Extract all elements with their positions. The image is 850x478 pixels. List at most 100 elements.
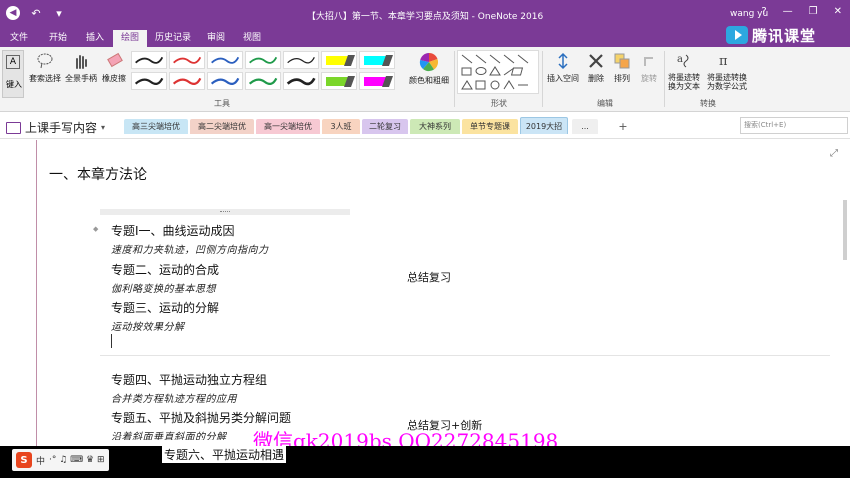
notebook-icon bbox=[6, 121, 21, 134]
section-tab-active[interactable]: 2019大招 bbox=[520, 117, 568, 134]
section-tab-7[interactable]: 单节专题课 bbox=[462, 119, 518, 134]
topic-3-note[interactable]: 运动按效果分解 bbox=[111, 318, 185, 333]
type-button[interactable]: A 键入 bbox=[2, 50, 24, 98]
ink-to-text-button[interactable]: a 将墨迹转换为文本 bbox=[666, 52, 702, 91]
section-tab-1[interactable]: 高三尖端培优 bbox=[124, 119, 188, 134]
eraser-label: 橡皮擦 bbox=[102, 74, 126, 83]
insert-space-icon bbox=[558, 52, 568, 70]
pen-green-1[interactable] bbox=[245, 51, 281, 69]
insert-space-label: 插入空间 bbox=[547, 74, 579, 83]
lasso-label: 套索选择 bbox=[29, 74, 61, 83]
tab-insert[interactable]: 插入 bbox=[80, 30, 110, 47]
add-section-button[interactable]: + bbox=[614, 119, 632, 134]
type-label: 键入 bbox=[6, 80, 22, 89]
topic-2-note[interactable]: 伽利略变换的基本思想 bbox=[111, 280, 216, 295]
expand-icon[interactable]: ⤢ bbox=[830, 148, 838, 159]
hand-icon bbox=[76, 55, 87, 69]
section-tab-5[interactable]: 二轮复习 bbox=[362, 119, 408, 134]
chevron-down-icon: ▾ bbox=[101, 123, 106, 132]
section-tab-2[interactable]: 高二尖端培优 bbox=[190, 119, 254, 134]
pan-hand-button[interactable]: 全景手柄 bbox=[64, 52, 98, 84]
section-tab-6[interactable]: 大神系列 bbox=[410, 119, 460, 134]
tab-history[interactable]: 历史记录 bbox=[150, 30, 196, 47]
page-canvas[interactable]: ⤢ 一、本章方法论 ◆ 专题I一、曲线运动成因 速度和力夹轨迹，凹侧方向指向力 … bbox=[0, 140, 850, 453]
section-divider bbox=[100, 355, 830, 356]
rotate-label: 旋转 bbox=[641, 74, 657, 83]
topic-5-note[interactable]: 沿着斜面垂直斜面的分解 bbox=[111, 428, 227, 440]
window-title: 【大招八】第一节、本章学习要点及须知 - OneNote 2016 bbox=[306, 12, 544, 22]
maximize-icon[interactable]: ❐ bbox=[809, 6, 818, 17]
shapes-icon bbox=[461, 54, 529, 90]
pen-red-1[interactable] bbox=[169, 51, 205, 69]
shapes-group-label: 形状 bbox=[491, 99, 507, 108]
pen-blue-2[interactable] bbox=[207, 72, 243, 90]
arrange-button[interactable]: 排列 bbox=[610, 52, 634, 84]
pen-blue-1[interactable] bbox=[207, 51, 243, 69]
paragraph-marker-icon: ◆ bbox=[93, 225, 99, 233]
eraser-button[interactable]: 橡皮擦 bbox=[99, 52, 129, 84]
topic-1-title[interactable]: 专题I一、曲线运动成因 bbox=[111, 222, 235, 239]
color-wheel-icon bbox=[419, 52, 439, 72]
convert-group-label: 转换 bbox=[700, 99, 716, 108]
scroll-thumb[interactable] bbox=[843, 200, 847, 260]
color-thickness-button[interactable]: 颜色和粗细 bbox=[403, 52, 455, 86]
pen-black-3[interactable] bbox=[131, 72, 167, 90]
edit-group-label: 编辑 bbox=[597, 99, 613, 108]
pen-black-2[interactable] bbox=[283, 51, 319, 69]
topic-4-title[interactable]: 专题四、平抛运动独立方程组 bbox=[111, 371, 267, 388]
ime-mode-label[interactable]: 中 bbox=[36, 454, 45, 467]
section-tab-3[interactable]: 高一尖端培优 bbox=[256, 119, 320, 134]
more-sections-button[interactable]: ... bbox=[572, 119, 598, 134]
lasso-select-button[interactable]: 套索选择 bbox=[28, 52, 62, 84]
tab-draw[interactable]: 绘图 bbox=[113, 30, 147, 47]
note-container-handle[interactable] bbox=[100, 209, 350, 215]
ribbon-draw: A 键入 套索选择 全景手柄 橡皮擦 颜色和粗细 工具 形状 插入空间 删除 排… bbox=[0, 47, 850, 112]
topic-6-visible[interactable]: 专题六、平抛运动相遇 bbox=[162, 446, 287, 463]
pen-black-4[interactable] bbox=[283, 72, 319, 90]
page-heading[interactable]: 一、本章方法论 bbox=[49, 164, 147, 184]
search-input[interactable]: 搜索(Ctrl+E) bbox=[740, 117, 848, 134]
notebook-name: 上课手写内容 bbox=[25, 121, 98, 135]
title-bar: ◀ ↶ ▾ 【大招八】第一节、本章学习要点及须知 - OneNote 2016 … bbox=[0, 0, 850, 30]
pen-red-2[interactable] bbox=[169, 72, 205, 90]
rotate-button[interactable]: 旋转 bbox=[637, 52, 661, 84]
section-tab-4[interactable]: 3人班 bbox=[322, 119, 360, 134]
highlighter-green[interactable] bbox=[321, 72, 357, 90]
insert-space-button[interactable]: 插入空间 bbox=[544, 52, 582, 84]
topic-1-note[interactable]: 速度和力夹轨迹，凹侧方向指向力 bbox=[111, 241, 269, 256]
brand-text: 腾讯课堂 bbox=[752, 26, 817, 45]
pen-stroke bbox=[135, 56, 164, 64]
highlighter-cyan[interactable] bbox=[359, 51, 395, 69]
ink-to-math-button[interactable]: π 将墨迹转换为数学公式 bbox=[704, 52, 750, 91]
help-icon[interactable]: ? bbox=[761, 6, 766, 17]
group-divider bbox=[542, 51, 543, 107]
notebook-selector[interactable]: 上课手写内容 ▾ bbox=[6, 119, 105, 136]
arrange-label: 排列 bbox=[614, 74, 630, 83]
topic-2-title[interactable]: 专题二、运动的合成 bbox=[111, 261, 219, 278]
group-divider bbox=[454, 51, 455, 107]
tab-view[interactable]: 视图 bbox=[236, 30, 268, 47]
highlighter-yellow[interactable] bbox=[321, 51, 357, 69]
vertical-scrollbar[interactable] bbox=[841, 160, 848, 440]
pen-green-2[interactable] bbox=[245, 72, 281, 90]
close-icon[interactable]: ✕ bbox=[834, 6, 842, 17]
topic-3-title[interactable]: 专题三、运动的分解 bbox=[111, 299, 219, 316]
delete-label: 删除 bbox=[588, 74, 604, 83]
highlighter-magenta[interactable] bbox=[359, 72, 395, 90]
bottom-bar: S 中 ·° ♫ ⌨ ♛ ⊞ 专题六、平抛运动相遇 bbox=[0, 446, 850, 478]
lasso-icon bbox=[37, 53, 53, 69]
topic-4-note[interactable]: 合并类方程轨迹方程的应用 bbox=[111, 390, 237, 405]
tab-file[interactable]: 文件 bbox=[4, 30, 34, 47]
shapes-gallery[interactable] bbox=[457, 50, 539, 94]
ime-tools-icon[interactable]: ·° ♫ ⌨ ♛ ⊞ bbox=[49, 455, 104, 465]
summary-review-1[interactable]: 总结复习 bbox=[407, 269, 451, 285]
sogou-ime-icon: S bbox=[16, 452, 32, 468]
topic-5-title[interactable]: 专题五、平抛及斜抛另类分解问题 bbox=[111, 409, 291, 426]
page-margin-line bbox=[36, 140, 37, 446]
pen-black-1[interactable] bbox=[131, 51, 167, 69]
tab-review[interactable]: 审阅 bbox=[200, 30, 232, 47]
tab-home[interactable]: 开始 bbox=[40, 30, 76, 47]
input-method-toolbar[interactable]: S 中 ·° ♫ ⌨ ♛ ⊞ bbox=[12, 449, 109, 471]
minimize-icon[interactable]: — bbox=[783, 6, 793, 17]
delete-button[interactable]: 删除 bbox=[584, 52, 608, 84]
